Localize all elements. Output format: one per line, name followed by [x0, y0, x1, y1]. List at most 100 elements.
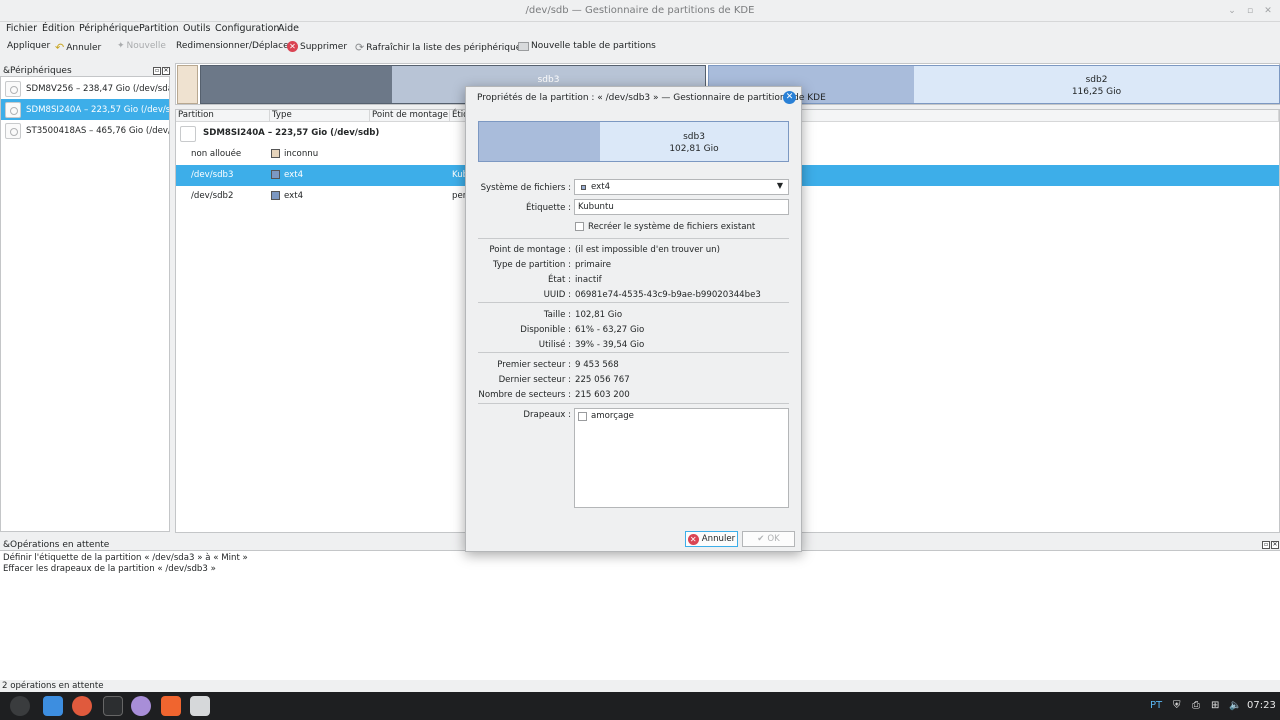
table-icon [518, 41, 529, 51]
delete-label: Supprimer [300, 41, 348, 52]
minimize-icon[interactable]: ⌄ [1224, 3, 1240, 19]
state-value: inactif [575, 275, 602, 285]
float-panel-icon[interactable]: ▫ [153, 67, 161, 75]
first-sector-value: 9 453 568 [575, 360, 619, 370]
dialog-title: Propriétés de la partition : « /dev/sdb3… [477, 93, 826, 103]
printer-icon[interactable]: ⎙ [1192, 700, 1200, 711]
mint-menu-icon[interactable] [10, 696, 30, 716]
undo-label: Annuler [66, 42, 102, 53]
menu-peripherique[interactable]: Périphérique [79, 23, 139, 34]
recreate-fs-checkbox[interactable] [575, 222, 584, 231]
sector-count-value: 215 603 200 [575, 390, 630, 400]
devices-list: SDM8V256 – 238,47 Gio (/dev/sda) SDM8SI2… [0, 76, 170, 532]
terminal-icon[interactable] [103, 696, 123, 716]
ok-label: OK [767, 534, 780, 544]
device-item-sdc[interactable]: ST3500418AS – 465,76 Gio (/dev/sdc) [1, 120, 169, 141]
resize-label: Redimensionner/Déplacer [176, 41, 293, 51]
menu-outils[interactable]: Outils [183, 23, 210, 34]
ptype-label: Type de partition : [492, 260, 571, 270]
close-panel-icon[interactable]: ✕ [162, 67, 170, 75]
header-mountpoint[interactable]: Point de montage [370, 110, 450, 122]
filesystem-select[interactable]: ext4 ▼ [574, 179, 789, 195]
device-label: ST3500418AS – 465,76 Gio (/dev/sdc) [26, 125, 169, 136]
used-value: 39% - 39,54 Gio [575, 340, 645, 350]
segment-sdb2-label: sdb2 116,25 Gio [914, 74, 1279, 98]
app-icon[interactable] [131, 696, 151, 716]
partition-properties-dialog: Propriétés de la partition : « /dev/sdb3… [465, 86, 826, 552]
clock[interactable]: 07:23 [1247, 700, 1276, 711]
menu-bar: Fichier Édition Périphérique Partition O… [0, 22, 1280, 38]
segment-name: sdb2 [1085, 75, 1108, 85]
cancel-label: Annuler [701, 534, 736, 544]
header-type[interactable]: Type [270, 110, 370, 122]
header-partition[interactable]: Partition [176, 110, 270, 122]
close-panel-icon[interactable]: ✕ [1271, 541, 1279, 549]
apply-label: Appliquer [7, 41, 51, 51]
file-manager-icon[interactable] [43, 696, 63, 716]
flag-boot-label: amorçage [591, 411, 634, 421]
float-panel-icon[interactable]: ▫ [1262, 541, 1270, 549]
shield-icon[interactable]: ⛨ [1173, 700, 1181, 711]
toolbar: Appliquer ↶ Annuler ✦ Nouvelle Redimension… [0, 38, 1280, 58]
fs-color-icon [581, 185, 586, 190]
refresh-icon: ⟳ [355, 41, 365, 54]
map-size: 102,81 Gio [669, 144, 719, 154]
network-icon[interactable]: ⊞ [1211, 700, 1219, 711]
list-item[interactable]: Effacer les drapeaux de la partition « /… [3, 564, 216, 574]
divider [478, 302, 789, 303]
segment-size: 116,25 Gio [1071, 87, 1122, 97]
volume-icon[interactable]: 🔈 [1229, 700, 1241, 711]
filesystem-label: Système de fichiers : [480, 183, 571, 193]
delete-button[interactable]: ✕ Supprimer [287, 41, 347, 52]
resize-button[interactable]: Redimensionner/Déplacer [176, 41, 292, 51]
available-label: Disponible : [520, 325, 571, 335]
list-item[interactable]: Définir l'étiquette de la partition « /d… [3, 553, 248, 563]
device-row-label: SDM8SI240A – 223,57 Gio (/dev/sdb) [203, 128, 380, 138]
last-sector-label: Dernier secteur : [498, 375, 571, 385]
mount-label: Point de montage : [489, 245, 571, 255]
state-label: État : [547, 275, 571, 285]
undo-button[interactable]: ↶ Annuler [55, 41, 101, 54]
segment-unallocated[interactable] [177, 65, 198, 104]
menu-partition[interactable]: Partition [139, 23, 179, 34]
refresh-label: Rafraîchir la liste des périphériques [366, 42, 526, 53]
disk-icon [5, 80, 21, 97]
cancel-icon: ✕ [687, 533, 699, 545]
undo-icon: ↶ [55, 41, 65, 54]
cell-partition: /dev/sdb2 [191, 191, 234, 201]
menu-aide[interactable]: Aide [278, 23, 299, 34]
ok-icon: ✔ [757, 534, 765, 544]
device-item-sda[interactable]: SDM8V256 – 238,47 Gio (/dev/sda) [1, 78, 169, 99]
device-item-sdb[interactable]: SDM8SI240A – 223,57 Gio (/dev/sdb) [1, 99, 169, 120]
apply-button[interactable]: Appliquer [7, 41, 50, 51]
devices-panel-title: &Périphériques [3, 66, 72, 76]
flag-boot-checkbox[interactable] [578, 412, 587, 421]
menu-edition[interactable]: Édition [42, 23, 75, 34]
new-partition-table-button[interactable]: Nouvelle table de partitions [518, 41, 656, 51]
refresh-devices-button[interactable]: ⟳ Rafraîchir la liste des périphériques [355, 41, 526, 54]
disk-icon [5, 122, 21, 139]
new-label: Nouvelle [126, 41, 166, 51]
dialog-close-icon[interactable]: ✕ [783, 91, 796, 104]
menu-fichier[interactable]: Fichier [6, 23, 37, 34]
keyboard-layout[interactable]: PT [1150, 700, 1162, 711]
ok-button[interactable]: ✔ OK [742, 531, 795, 547]
sector-count-label: Nombre de secteurs : [478, 390, 571, 400]
new-table-label: Nouvelle table de partitions [531, 41, 656, 51]
cancel-button[interactable]: ✕ Annuler [685, 531, 738, 547]
delete-icon: ✕ [287, 41, 298, 52]
divider [478, 352, 789, 353]
label-input[interactable]: Kubuntu [574, 199, 789, 215]
divider [478, 403, 789, 404]
ptype-value: primaire [575, 260, 612, 270]
maximize-icon[interactable]: ▫ [1242, 3, 1258, 19]
close-icon[interactable]: ✕ [1260, 3, 1276, 19]
menu-configuration[interactable]: Configuration [215, 23, 279, 34]
dialog-partition-map: sdb3 102,81 Gio [478, 121, 789, 162]
brave-icon[interactable] [161, 696, 181, 716]
partition-manager-icon[interactable] [190, 696, 210, 716]
new-partition-button[interactable]: ✦ Nouvelle [117, 41, 166, 51]
last-sector-value: 225 056 767 [575, 375, 630, 385]
firefox-icon[interactable] [72, 696, 92, 716]
flags-list: amorçage [574, 408, 789, 508]
